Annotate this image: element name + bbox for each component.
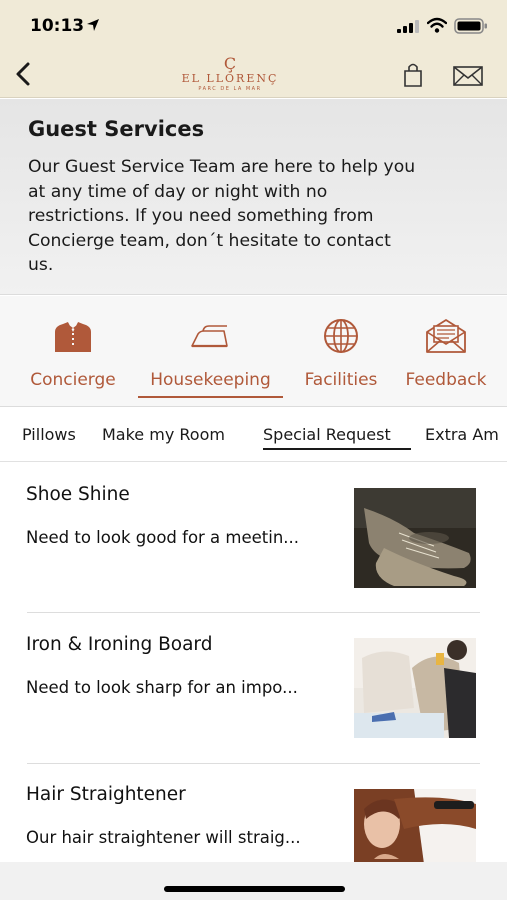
logo-name: EL LLORENÇ — [181, 72, 279, 85]
hotel-logo: Ç EL LLORENÇ PARC DE LA MAR — [170, 56, 290, 96]
tab-feedback[interactable]: Feedback — [396, 296, 496, 407]
location-arrow-icon — [87, 19, 99, 31]
guest-services-intro: Guest Services Our Guest Service Team ar… — [0, 99, 507, 295]
subtab-pillows[interactable]: Pillows — [22, 425, 76, 444]
wifi-icon — [427, 17, 447, 33]
subcategory-tabs: Pillows Make my Room Special Request Ext… — [0, 408, 507, 462]
globe-icon — [324, 319, 358, 353]
item-title: Shoe Shine — [26, 484, 130, 505]
item-description: Our hair straightener will straig... — [26, 828, 301, 847]
tab-housekeeping[interactable]: Housekeeping — [136, 296, 285, 407]
subtab-extra-amenities[interactable]: Extra Am — [425, 425, 499, 444]
logo-subtitle: PARC DE LA MAR — [198, 86, 262, 92]
intro-line: us. — [28, 255, 54, 275]
signal-icon — [397, 20, 419, 33]
item-title: Hair Straightener — [26, 784, 186, 805]
status-time: 10:13 — [30, 16, 85, 36]
back-chevron-icon[interactable] — [10, 60, 36, 88]
status-bar: 10:13 — [0, 0, 507, 50]
shopping-bag-icon[interactable] — [402, 62, 424, 88]
envelope-letter-icon — [426, 319, 466, 353]
subtab-make-my-room[interactable]: Make my Room — [102, 425, 225, 444]
list-item[interactable]: Shoe Shine Need to look good for a meeti… — [0, 463, 507, 613]
item-description: Need to look sharp for an impo... — [26, 678, 298, 697]
iron-icon — [191, 325, 228, 348]
item-description: Need to look good for a meetin... — [26, 528, 300, 547]
hair-photo — [354, 789, 476, 864]
subtab-special-request[interactable]: Special Request — [263, 425, 391, 444]
intro-line: Concierge team, don´t hesitate to contac… — [28, 230, 391, 251]
intro-line: restrictions. If you need something from — [28, 206, 374, 226]
tab-label: Housekeeping — [150, 370, 271, 390]
active-subtab-indicator — [263, 448, 411, 450]
list-item[interactable]: Iron & Ironing Board Need to look sharp … — [0, 613, 507, 763]
tab-label: Feedback — [405, 370, 487, 390]
intro-line: at any time of day or night with no — [28, 181, 328, 202]
intro-line: Our Guest Service Team are here to help … — [28, 157, 416, 177]
active-tab-indicator — [138, 396, 283, 398]
shoes-photo — [354, 488, 476, 588]
ironing-photo — [354, 638, 476, 738]
tab-label: Concierge — [30, 370, 116, 390]
tab-facilities[interactable]: Facilities — [296, 296, 386, 407]
tab-label: Facilities — [304, 370, 378, 390]
home-indicator[interactable] — [164, 886, 345, 892]
nav-bar: Ç EL LLORENÇ PARC DE LA MAR — [0, 50, 507, 98]
battery-icon — [454, 18, 487, 34]
home-indicator-area — [0, 862, 507, 900]
item-title: Iron & Ironing Board — [26, 634, 213, 655]
logo-mark: Ç — [223, 54, 237, 73]
butler-icon — [55, 322, 91, 352]
tab-concierge[interactable]: Concierge — [20, 296, 126, 407]
page-title: Guest Services — [28, 117, 205, 141]
mail-icon[interactable] — [453, 66, 483, 86]
intro-description: Our Guest Service Team are here to help … — [28, 155, 488, 278]
category-tabs: Concierge Housekeeping Facilities Feedba… — [0, 296, 507, 407]
